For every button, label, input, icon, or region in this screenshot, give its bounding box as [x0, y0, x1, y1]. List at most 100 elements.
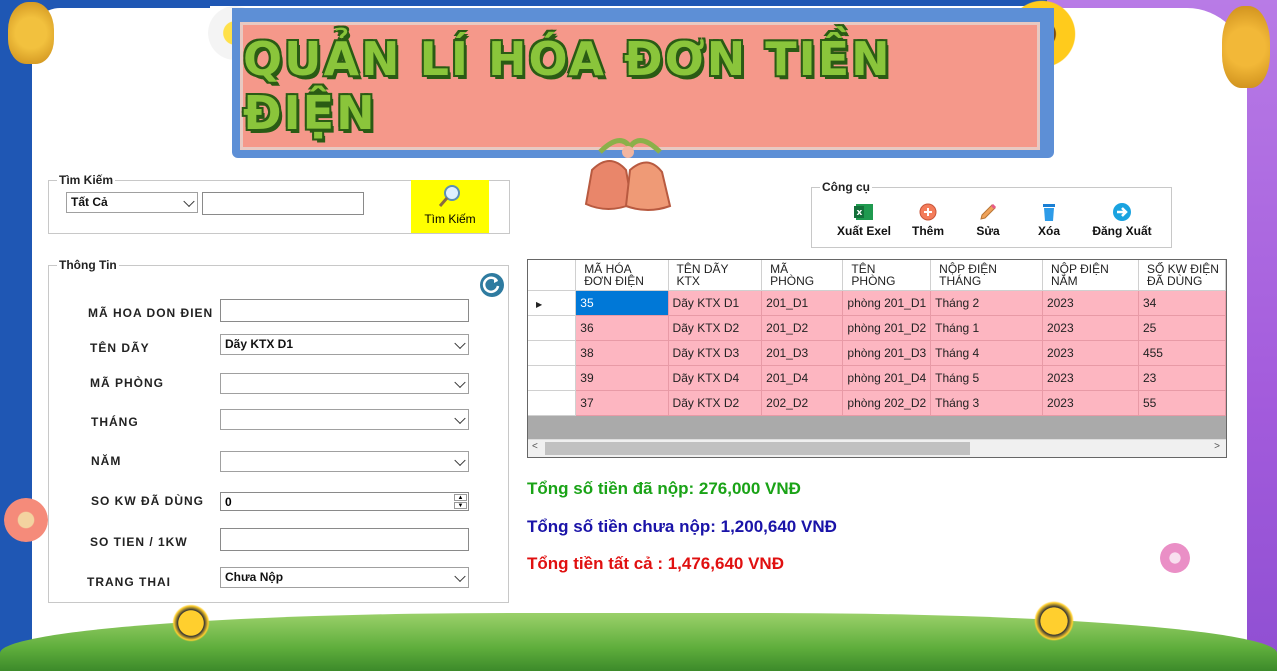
column-header[interactable]: SỐ KW ĐIỆN ĐÃ DÙNG — [1138, 260, 1226, 291]
row-selector-current[interactable]: ▶ — [528, 290, 577, 316]
horizontal-scrollbar[interactable]: < > — [528, 439, 1226, 457]
column-header[interactable]: TÊN PHÒNG — [842, 260, 932, 291]
table-cell[interactable]: 2023 — [1042, 365, 1139, 391]
so-tien-field[interactable] — [220, 528, 469, 551]
table-cell[interactable]: Dãy KTX D4 — [668, 365, 763, 391]
column-header[interactable]: TÊN DÃY KTX — [668, 260, 763, 291]
ma-phong-label: MÃ PHÒNG — [90, 376, 164, 390]
table-cell[interactable]: 35 — [575, 290, 669, 316]
table-cell[interactable]: 38 — [575, 340, 669, 366]
table-cell[interactable]: 201_D1 — [761, 290, 844, 316]
header-label: MÃ PHÒNG — [770, 262, 815, 288]
table-cell[interactable]: 2023 — [1042, 340, 1139, 366]
table-cell[interactable]: Tháng 1 — [930, 315, 1043, 341]
tools-group: Công cụ x Xuất Exel Thêm Sửa Xóa Đăng Xu… — [811, 180, 1172, 248]
table-cell[interactable]: phòng 202_D2 — [842, 390, 932, 416]
table-cell[interactable]: 202_D2 — [761, 390, 844, 416]
export-excel-label: Xuất Exel — [836, 224, 892, 238]
search-input[interactable] — [202, 192, 364, 215]
nam-label: NĂM — [91, 454, 122, 468]
column-header[interactable]: MÃ PHÒNG — [761, 260, 844, 291]
total-all: Tổng tiền tất cả : 1,476,640 VNĐ — [527, 554, 784, 573]
table-cell[interactable]: phòng 201_D1 — [842, 290, 932, 316]
column-header[interactable]: NỘP ĐIỆN THÁNG — [930, 260, 1043, 291]
table-cell[interactable]: 2023 — [1042, 390, 1139, 416]
row-selector[interactable] — [528, 365, 577, 391]
spin-down-icon[interactable]: ▼ — [454, 502, 467, 509]
so-tien-label: SO TIEN / 1KW — [90, 535, 188, 549]
row-selector[interactable] — [528, 315, 577, 341]
logout-button[interactable]: Đăng Xuất — [1087, 202, 1157, 238]
table-cell[interactable]: 36 — [575, 315, 669, 341]
excel-icon: x — [854, 202, 874, 222]
table-cell[interactable]: Dãy KTX D2 — [668, 315, 763, 341]
search-filter-dropdown[interactable]: Tất Cả — [66, 192, 198, 213]
column-header[interactable]: MÃ HÓA ĐƠN ĐIỆN — [575, 260, 669, 291]
export-excel-button[interactable]: x Xuất Exel — [829, 202, 899, 238]
table-cell[interactable]: Tháng 2 — [930, 290, 1043, 316]
chevron-down-icon — [454, 337, 466, 349]
so-kw-stepper[interactable]: 0 ▲ ▼ — [220, 492, 469, 511]
chevron-down-icon — [454, 412, 466, 424]
table-cell[interactable]: 201_D4 — [761, 365, 844, 391]
table-row[interactable]: 39 Dãy KTX D4 201_D4 phòng 201_D4 Tháng … — [528, 365, 1226, 391]
search-button[interactable]: Tìm Kiếm — [411, 180, 489, 233]
table-cell[interactable]: 39 — [575, 365, 669, 391]
ma-hoa-don-field[interactable] — [220, 299, 469, 322]
chevron-down-icon — [454, 570, 466, 582]
table-cell[interactable]: 37 — [575, 390, 669, 416]
table-cell[interactable]: 55 — [1138, 390, 1226, 416]
table-cell[interactable]: 201_D2 — [761, 315, 844, 341]
table-cell[interactable]: phòng 201_D2 — [842, 315, 932, 341]
invoice-table: MÃ HÓA ĐƠN ĐIỆN TÊN DÃY KTX MÃ PHÒNG TÊN… — [528, 260, 1226, 416]
row-selector[interactable] — [528, 390, 577, 416]
chevron-down-icon — [183, 195, 195, 207]
table-row[interactable]: 38 Dãy KTX D3 201_D3 phòng 201_D3 Tháng … — [528, 340, 1226, 366]
table-cell[interactable]: 2023 — [1042, 315, 1139, 341]
scrollbar-thumb[interactable] — [545, 442, 970, 455]
table-cell[interactable]: Dãy KTX D2 — [668, 390, 763, 416]
row-selector[interactable] — [528, 340, 577, 366]
delete-button[interactable]: Xóa — [1014, 202, 1084, 238]
logout-arrow-icon — [1112, 202, 1132, 222]
invoice-grid[interactable]: MÃ HÓA ĐƠN ĐIỆN TÊN DÃY KTX MÃ PHÒNG TÊN… — [527, 259, 1227, 458]
so-kw-label: SO KW ĐÃ DÙNG — [91, 494, 204, 508]
table-row[interactable]: 36 Dãy KTX D2 201_D2 phòng 201_D2 Tháng … — [528, 315, 1226, 341]
table-row[interactable]: ▶ 35 Dãy KTX D1 201_D1 phòng 201_D1 Thán… — [528, 290, 1226, 316]
header-row: MÃ HÓA ĐƠN ĐIỆN TÊN DÃY KTX MÃ PHÒNG TÊN… — [528, 260, 1226, 291]
table-cell[interactable]: 25 — [1138, 315, 1226, 341]
table-cell[interactable]: Dãy KTX D1 — [668, 290, 763, 316]
ma-phong-dropdown[interactable] — [220, 373, 469, 394]
thang-dropdown[interactable] — [220, 409, 469, 430]
table-cell[interactable]: Dãy KTX D3 — [668, 340, 763, 366]
nam-dropdown[interactable] — [220, 451, 469, 472]
spin-up-icon[interactable]: ▲ — [454, 494, 467, 501]
beehive-icon — [8, 2, 54, 64]
scroll-right-icon[interactable]: > — [1214, 441, 1220, 452]
header-label: TÊN DÃY KTX — [676, 262, 729, 288]
table-cell[interactable]: phòng 201_D3 — [842, 340, 932, 366]
scroll-left-icon[interactable]: < — [532, 441, 538, 452]
pink-flower-icon — [1160, 543, 1190, 573]
table-cell[interactable]: 455 — [1138, 340, 1226, 366]
edit-button[interactable]: Sửa — [953, 202, 1023, 238]
table-row[interactable]: 37 Dãy KTX D2 202_D2 phòng 202_D2 Tháng … — [528, 390, 1226, 416]
beehive-icon — [1222, 6, 1270, 88]
table-cell[interactable]: phòng 201_D4 — [842, 365, 932, 391]
tools-group-title: Công cụ — [820, 180, 872, 194]
table-cell[interactable]: 201_D3 — [761, 340, 844, 366]
table-cell[interactable]: Tháng 3 — [930, 390, 1043, 416]
refresh-icon[interactable] — [480, 273, 504, 297]
table-cell[interactable]: Tháng 4 — [930, 340, 1043, 366]
trang-thai-dropdown[interactable]: Chưa Nộp — [220, 567, 469, 588]
svg-text:x: x — [857, 208, 863, 218]
info-group: Thông Tin MÃ HOA DON ĐIEN TÊN DÃY Dãy KT… — [48, 258, 509, 603]
table-cell[interactable]: 34 — [1138, 290, 1226, 316]
ten-day-dropdown[interactable]: Dãy KTX D1 — [220, 334, 469, 355]
column-header[interactable]: NỘP ĐIỆN NĂM — [1042, 260, 1139, 291]
table-cell[interactable]: 23 — [1138, 365, 1226, 391]
so-kw-value: 0 — [225, 495, 232, 509]
table-cell[interactable]: 2023 — [1042, 290, 1139, 316]
delete-label: Xóa — [1037, 224, 1060, 238]
table-cell[interactable]: Tháng 5 — [930, 365, 1043, 391]
